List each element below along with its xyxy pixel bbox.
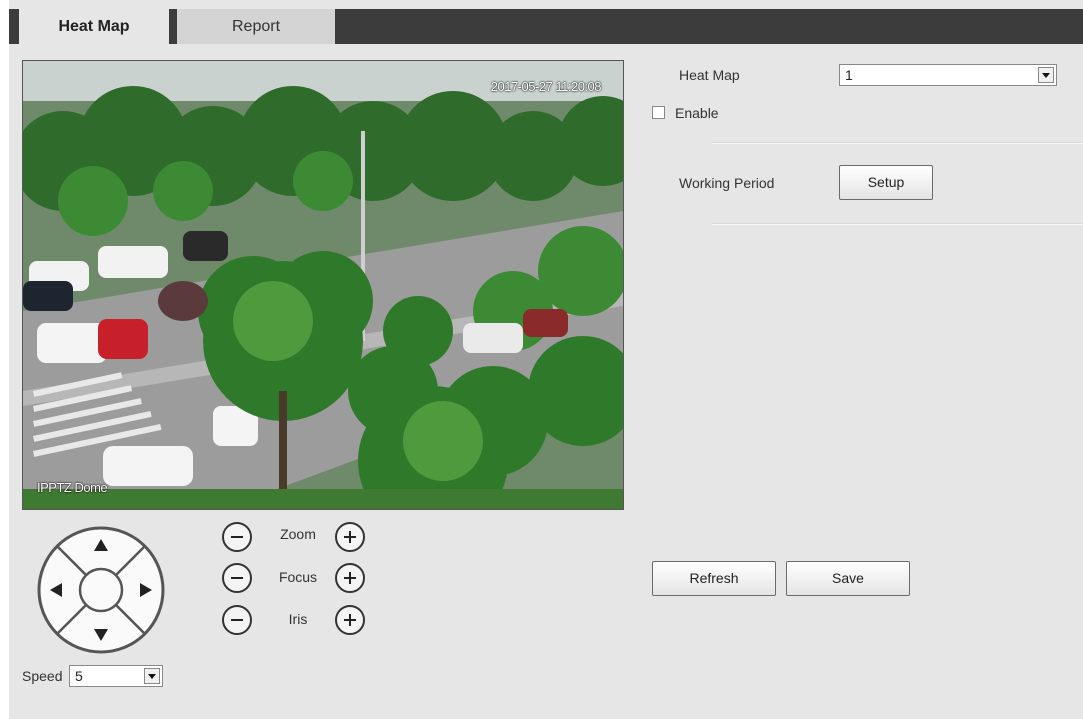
video-channel-name: IPPTZ Dome	[37, 480, 108, 495]
refresh-button[interactable]: Refresh	[652, 561, 776, 596]
minus-icon	[231, 577, 243, 579]
minus-icon	[231, 536, 243, 538]
zoom-label: Zoom	[280, 526, 316, 542]
focus-minus-button[interactable]	[222, 563, 252, 593]
iris-label: Iris	[288, 611, 308, 627]
plus-icon	[344, 531, 356, 543]
enable-label: Enable	[675, 105, 719, 121]
focus-plus-button[interactable]	[335, 563, 365, 593]
minus-icon	[231, 619, 243, 621]
tab-bar	[9, 9, 1083, 44]
zoom-out-button[interactable]	[222, 522, 252, 552]
tab-heat-map[interactable]: Heat Map	[19, 9, 169, 44]
live-video-preview: 2017-05-27 11:20:08 IPPTZ Dome	[22, 60, 624, 510]
ptz-direction-pad[interactable]	[36, 525, 166, 655]
heat-map-label: Heat Map	[679, 67, 740, 83]
chevron-down-icon	[144, 668, 160, 684]
section-divider	[712, 223, 1083, 225]
chevron-down-icon	[1038, 67, 1054, 83]
enable-checkbox[interactable]	[652, 106, 665, 119]
working-period-label: Working Period	[679, 175, 775, 191]
iris-minus-button[interactable]	[222, 605, 252, 635]
video-scene-image	[23, 61, 623, 509]
plus-icon	[344, 614, 356, 626]
heat-map-select[interactable]: 1	[839, 64, 1057, 86]
section-divider	[712, 142, 1083, 144]
video-timestamp: 2017-05-27 11:20:08	[490, 79, 602, 94]
plus-icon	[344, 572, 356, 584]
zoom-in-button[interactable]	[335, 522, 365, 552]
speed-select[interactable]: 5	[69, 665, 163, 687]
iris-plus-button[interactable]	[335, 605, 365, 635]
tab-report[interactable]: Report	[177, 9, 335, 44]
speed-select-value: 5	[75, 668, 83, 684]
heat-map-select-value: 1	[845, 67, 853, 83]
speed-label: Speed	[22, 668, 63, 684]
focus-label: Focus	[278, 569, 318, 585]
save-button[interactable]: Save	[786, 561, 910, 596]
setup-button[interactable]: Setup	[839, 165, 933, 200]
